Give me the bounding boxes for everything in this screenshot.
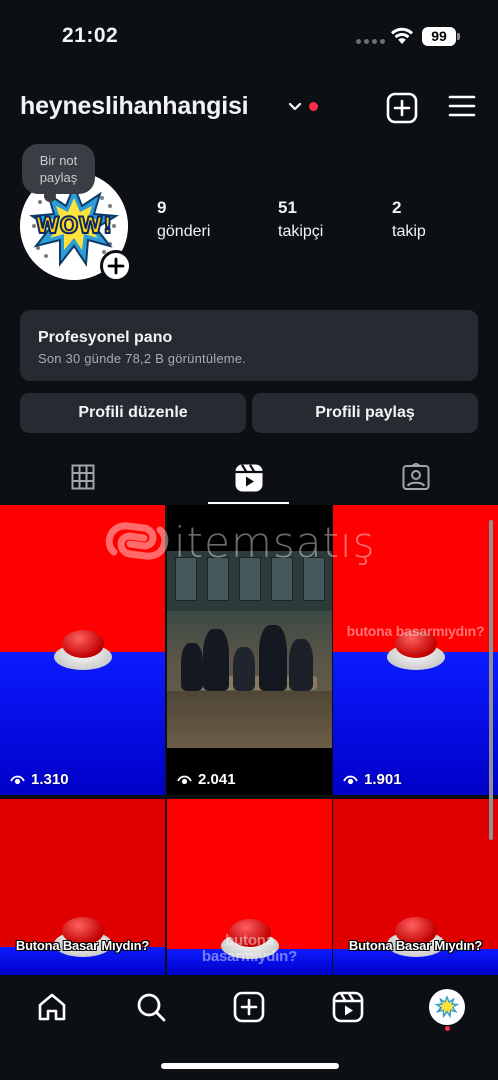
reel-photo [167,551,332,748]
new-post-icon[interactable] [386,92,418,124]
notification-dot [309,102,318,111]
home-indicator[interactable] [161,1063,339,1069]
stat-posts-label: gönderi [157,223,211,240]
avatar-wow-text: WOW! [35,214,112,239]
stat-followers[interactable]: 51 takipçi [278,198,323,241]
status-time: 21:02 [62,24,119,47]
hamburger-menu-icon[interactable] [448,94,476,118]
eye-icon [177,775,192,784]
stat-following-value: 2 [392,198,402,217]
add-story-button[interactable] [100,250,132,282]
reel-caption-6: Butona Basar Mıydın? [348,938,483,953]
stat-following-label: takip [392,223,426,240]
stat-followers-label: takipçi [278,223,324,240]
tab-grid-icon[interactable] [71,463,95,491]
stat-posts-value: 9 [157,198,167,217]
home-icon[interactable] [36,991,68,1023]
reel-views-1-count: 1.310 [31,771,69,788]
create-post-icon[interactable] [233,991,265,1023]
reel-views-2-count: 2.041 [198,771,236,788]
reel-caption-4: Butona Basar Mıydın? [15,938,150,953]
cellular-signal-icon [356,39,385,44]
content-tabs [0,455,498,505]
username-title[interactable]: heyneslihanhangisi [20,92,249,121]
reel-views-3-count: 1.901 [364,771,402,788]
note-bubble[interactable]: Bir not paylaş [22,144,95,202]
profile-notification-dot [445,1026,450,1031]
share-profile-button[interactable]: Profili paylaş [252,393,478,433]
reels-icon[interactable] [332,991,364,1023]
stat-following[interactable]: 2 takip [392,198,426,241]
dashboard-subtitle: Son 30 günde 78,2 B görüntüleme. [38,351,247,366]
wifi-icon [391,27,413,44]
reel-thumbnail-6[interactable]: Butona Basar Mıydın? [333,799,498,975]
reel-thumbnail-3[interactable]: butona basarmıydın? 1.901 [333,505,498,795]
active-tab-indicator [208,502,289,504]
profile-tab-avatar[interactable] [429,989,465,1025]
eye-icon [343,775,358,784]
reel-caption-3: butona basarmıydın? [346,623,485,639]
search-icon[interactable] [135,991,167,1023]
plus-icon [107,257,125,275]
stat-followers-value: 51 [278,198,297,217]
battery-indicator: 99 [422,27,456,46]
bottom-navigation [0,975,498,1080]
reel-caption-5: butona basarmıydın? [201,932,298,965]
reel-thumbnail-5[interactable]: butona basarmıydın? [167,799,332,975]
profile-header: heyneslihanhangisi [0,84,498,132]
professional-dashboard-card[interactable]: Profesyonel pano Son 30 günde 78,2 B gör… [20,310,478,381]
reel-views-1: 1.310 [10,771,69,788]
red-button-graphic [54,630,112,670]
edit-profile-button[interactable]: Profili düzenle [20,393,246,433]
reel-thumbnail-1[interactable]: 1.310 [0,505,165,795]
chevron-down-icon[interactable] [288,102,302,112]
battery-tip [457,33,460,40]
tab-reels-icon[interactable] [234,463,264,493]
note-line-1: Bir not [39,153,78,168]
reel-views-3: 1.901 [343,771,402,788]
reel-views-2: 2.041 [177,771,236,788]
eye-icon [10,775,25,784]
wow-comic-icon [431,991,463,1023]
reels-grid: 1.310 2.041 butona basarmıydın? 1.901 Bu… [0,505,498,975]
reel-thumbnail-2[interactable]: 2.041 [167,505,332,795]
stat-posts[interactable]: 9 gönderi [157,198,210,241]
dashboard-title: Profesyonel pano [38,329,173,346]
tab-tagged-icon[interactable] [402,463,430,491]
reel-thumbnail-4[interactable]: Butona Basar Mıydın? [0,799,165,975]
status-bar: 21:02 99 [0,0,498,72]
scrollbar[interactable] [489,520,493,840]
note-line-2: paylaş [39,170,78,185]
